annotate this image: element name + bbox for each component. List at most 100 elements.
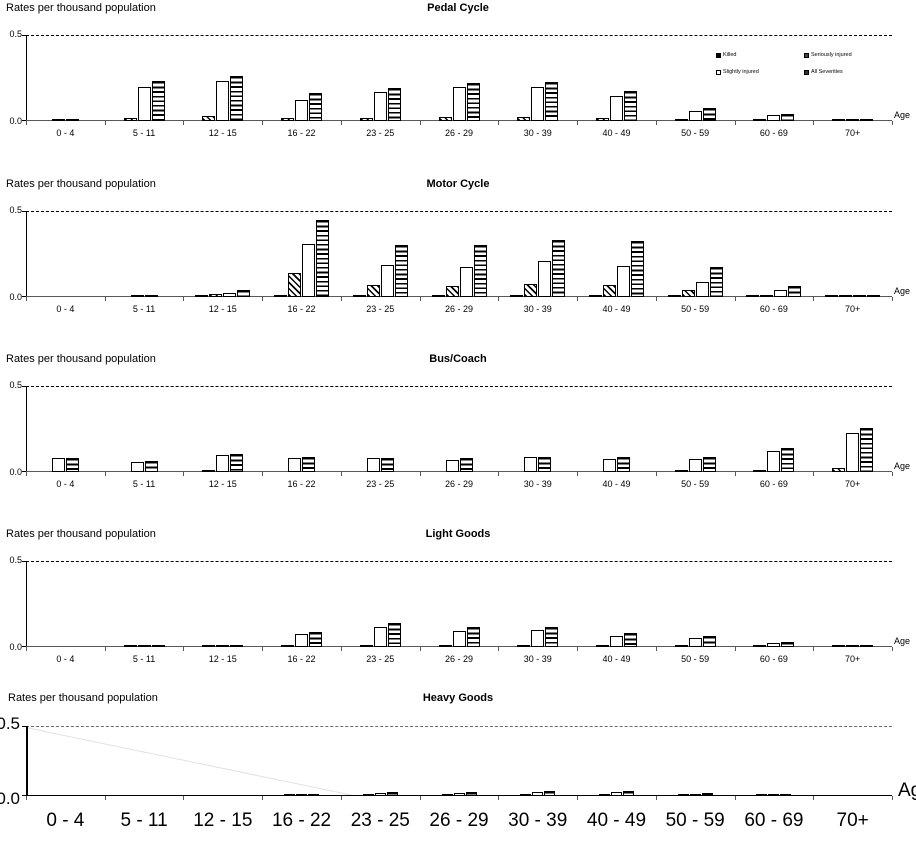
bar-slightly-injured	[452, 630, 466, 647]
x-tick-label: 0 - 4	[56, 304, 75, 314]
x-tick-mark	[340, 796, 342, 800]
x-tick-mark	[104, 647, 106, 651]
x-tick-mark	[813, 472, 815, 476]
x-tick-mark	[734, 472, 736, 476]
x-tick-mark	[419, 121, 421, 125]
bar-seriously-injured	[517, 117, 531, 121]
x-tick-label: 26 - 29	[429, 810, 489, 831]
bar-slightly-injured	[609, 96, 623, 121]
bar-all-severities	[465, 792, 477, 796]
bar-all-severities	[316, 219, 330, 297]
bar-all-severities	[380, 457, 394, 472]
bar-seriously-injured	[438, 645, 452, 647]
legend-label: Slightly injured	[723, 69, 759, 75]
plot-area: 0.5 0.0 0 - 4 5 - 11 12 - 15 16 - 22 23 - 25 26…	[9, 30, 910, 139]
x-tick-mark	[183, 297, 185, 301]
bar-killed	[746, 295, 760, 297]
bar-seriously-injured	[760, 294, 774, 297]
x-tick-mark	[26, 647, 27, 651]
bar-seriously-injured	[598, 794, 610, 796]
panel-header: Rates per thousand population Heavy Goods	[0, 692, 916, 712]
x-tick-label: 12 - 15	[208, 479, 237, 489]
x-tick-mark	[104, 472, 106, 476]
bar-seriously-injured	[595, 645, 609, 647]
x-tick-label: 5 - 11	[132, 128, 156, 138]
x-tick-mark	[340, 297, 342, 301]
bar-killed	[667, 295, 681, 297]
x-tick-mark	[655, 472, 657, 476]
bar-seriously-injured	[441, 794, 453, 796]
bar-seriously-injured	[123, 645, 137, 647]
x-axis-title-age: Age	[894, 636, 911, 646]
x-tick-label: 40 - 49	[602, 128, 631, 138]
y-tick-label-top: 0.5	[9, 555, 22, 565]
x-tick-mark	[183, 647, 185, 651]
bar-all-severities	[702, 107, 716, 121]
bar-slightly-injured	[846, 432, 860, 472]
x-tick-mark	[262, 121, 264, 125]
legend-swatch-slight-icon	[716, 70, 721, 76]
bar-all-severities	[701, 793, 713, 796]
bar-all-severities	[702, 457, 716, 472]
bar-seriously-injured	[753, 645, 767, 647]
x-tick-label: 70+	[844, 654, 861, 664]
x-tick-mark	[577, 121, 579, 125]
x-tick-label: 5 - 11	[132, 304, 156, 314]
bar-all-severities	[308, 794, 320, 796]
x-tick-mark	[340, 647, 342, 651]
legend-swatch-serious-icon	[804, 53, 809, 59]
bar-all-severities	[630, 241, 644, 297]
x-tick-mark	[183, 796, 185, 800]
bar-all-severities	[466, 627, 480, 647]
x-tick-label: 23 - 25	[366, 654, 395, 664]
bar-all-severities	[623, 91, 637, 121]
y-axis-line	[26, 561, 27, 647]
bar-slightly-injured	[531, 86, 545, 121]
x-tick-mark	[655, 297, 657, 301]
bar-slightly-injured	[524, 457, 538, 472]
x-tick-label: 23 - 25	[366, 304, 395, 314]
panel-title: Pedal Cycle	[427, 2, 489, 14]
x-tick-mark	[419, 796, 421, 800]
x-tick-mark	[498, 796, 500, 800]
x-tick-mark	[892, 796, 893, 800]
bar-seriously-injured	[202, 116, 216, 121]
bar-all-severities	[144, 295, 158, 297]
top-gridline	[26, 386, 892, 387]
x-tick-label: 5 - 11	[132, 479, 156, 489]
x-axis-title-age: Age	[894, 286, 911, 296]
top-gridline	[26, 35, 892, 36]
x-tick-label: 16 - 22	[287, 654, 316, 664]
x-tick-mark	[577, 647, 579, 651]
legend-label: All Severities	[811, 69, 843, 75]
bar-seriously-injured	[123, 118, 137, 121]
bar-slightly-injured	[373, 92, 387, 121]
x-tick-label: 30 - 39	[523, 128, 552, 138]
x-tick-mark	[813, 796, 815, 800]
x-tick-label: 50 - 59	[681, 304, 710, 314]
bar-killed	[195, 295, 209, 297]
top-gridline	[26, 211, 892, 212]
bar-slightly-injured	[459, 267, 473, 297]
bar-all-severities	[387, 88, 401, 121]
panel-title: Bus/Coach	[429, 353, 487, 365]
bar-seriously-injured	[362, 794, 374, 796]
top-gridline	[26, 726, 892, 727]
bar-all-severities	[387, 623, 401, 647]
x-tick-mark	[577, 796, 579, 800]
bar-slightly-injured	[130, 295, 144, 297]
bar-seriously-injured	[832, 119, 846, 121]
chart-panel-motor-cycle: Rates per thousand population Motor Cycle…	[0, 178, 916, 314]
bar-slightly-injured	[616, 266, 630, 297]
bar-slightly-injured	[374, 792, 386, 796]
bar-slightly-injured	[295, 634, 309, 647]
plot-area: 0.5 0.0 0 - 4 5 - 11 12 - 15 16 - 22 23 - 25 26…	[9, 206, 910, 315]
x-tick-mark	[419, 472, 421, 476]
x-axis-title-age: Age	[894, 461, 911, 471]
y-tick-mark-top	[22, 211, 26, 212]
x-tick-mark	[183, 121, 185, 125]
legend-label: Killed	[723, 52, 737, 58]
x-tick-mark	[262, 796, 264, 800]
x-tick-mark	[734, 297, 736, 301]
y-tick-mark-top	[22, 386, 26, 387]
